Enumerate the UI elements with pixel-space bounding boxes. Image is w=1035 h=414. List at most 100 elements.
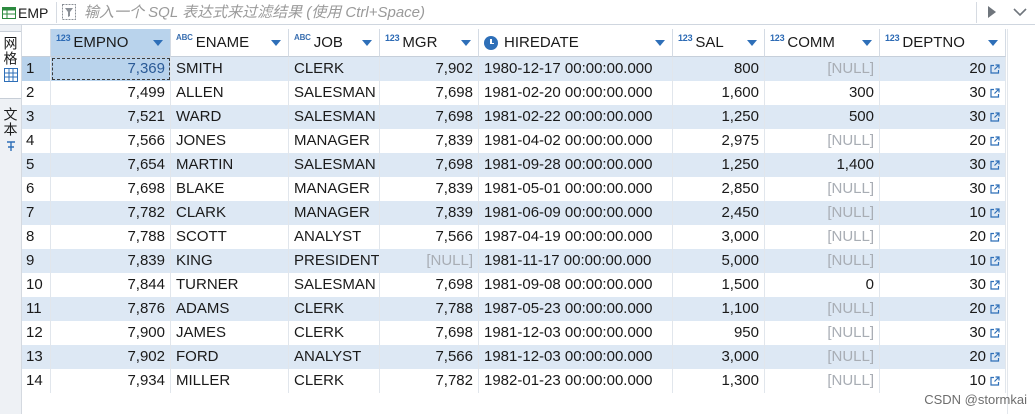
cell-comm[interactable]: [NULL] bbox=[765, 129, 880, 153]
column-header-mgr[interactable]: 123 MGR bbox=[380, 29, 479, 57]
column-sort-icon[interactable] bbox=[747, 40, 757, 46]
row-number[interactable]: 5 bbox=[22, 153, 51, 177]
cell-ename[interactable]: TURNER bbox=[171, 273, 289, 297]
cell-deptno[interactable]: 20 bbox=[880, 57, 1006, 81]
cell-deptno[interactable]: 30 bbox=[880, 81, 1006, 105]
cell-deptno[interactable]: 30 bbox=[880, 153, 1006, 177]
cell-hiredate[interactable]: 1981-05-01 00:00:00.000 bbox=[479, 177, 673, 201]
cell-deptno[interactable]: 20 bbox=[880, 225, 1006, 249]
table-row[interactable]: 11 7,876 ADAMS CLERK 7,788 1987-05-23 00:00:0… bbox=[22, 297, 1006, 321]
tab-grid[interactable]: 网格 bbox=[0, 31, 21, 99]
column-sort-icon[interactable] bbox=[655, 40, 665, 46]
cell-empno[interactable]: 7,902 bbox=[51, 345, 171, 369]
cell-sal[interactable]: 2,450 bbox=[673, 201, 765, 225]
cell-mgr[interactable]: 7,566 bbox=[380, 225, 479, 249]
cell-empno[interactable]: 7,698 bbox=[51, 177, 171, 201]
cell-hiredate[interactable]: 1981-09-08 00:00:00.000 bbox=[479, 273, 673, 297]
cell-job[interactable]: MANAGER bbox=[289, 129, 380, 153]
cell-deptno[interactable]: 30 bbox=[880, 105, 1006, 129]
cell-comm[interactable]: 1,400 bbox=[765, 153, 880, 177]
cell-mgr[interactable]: 7,782 bbox=[380, 369, 479, 393]
cell-mgr[interactable]: 7,839 bbox=[380, 177, 479, 201]
cell-job[interactable]: CLERK bbox=[289, 57, 380, 81]
row-number[interactable]: 14 bbox=[22, 369, 51, 393]
foreign-key-link-icon[interactable] bbox=[990, 208, 1000, 218]
foreign-key-link-icon[interactable] bbox=[990, 376, 1000, 386]
cell-comm[interactable]: [NULL] bbox=[765, 201, 880, 225]
column-header-comm[interactable]: 123 COMM bbox=[765, 29, 880, 57]
cell-deptno[interactable]: 10 bbox=[880, 369, 1006, 393]
column-sort-icon[interactable] bbox=[461, 40, 471, 46]
row-number[interactable]: 13 bbox=[22, 345, 51, 369]
cell-job[interactable]: SALESMAN bbox=[289, 81, 380, 105]
cell-comm[interactable]: 0 bbox=[765, 273, 880, 297]
foreign-key-link-icon[interactable] bbox=[990, 280, 1000, 290]
cell-hiredate[interactable]: 1981-02-22 00:00:00.000 bbox=[479, 105, 673, 129]
cell-sal[interactable]: 2,975 bbox=[673, 129, 765, 153]
cell-mgr[interactable]: 7,902 bbox=[380, 57, 479, 81]
cell-sal[interactable]: 1,250 bbox=[673, 153, 765, 177]
foreign-key-link-icon[interactable] bbox=[990, 304, 1000, 314]
cell-comm[interactable]: [NULL] bbox=[765, 321, 880, 345]
column-header-empno[interactable]: 123 EMPNO bbox=[51, 29, 171, 57]
cell-ename[interactable]: SMITH bbox=[171, 57, 289, 81]
foreign-key-link-icon[interactable] bbox=[990, 352, 1000, 362]
table-row[interactable]: 8 7,788 SCOTT ANALYST 7,566 1987-04-19 00:00:… bbox=[22, 225, 1006, 249]
cell-hiredate[interactable]: 1981-06-09 00:00:00.000 bbox=[479, 201, 673, 225]
cell-deptno[interactable]: 30 bbox=[880, 273, 1006, 297]
cell-comm[interactable]: [NULL] bbox=[765, 177, 880, 201]
cell-job[interactable]: MANAGER bbox=[289, 201, 380, 225]
cell-sal[interactable]: 5,000 bbox=[673, 249, 765, 273]
cell-ename[interactable]: MILLER bbox=[171, 369, 289, 393]
row-number-header[interactable] bbox=[22, 29, 51, 57]
cell-empno[interactable]: 7,369 bbox=[51, 57, 171, 81]
cell-empno[interactable]: 7,654 bbox=[51, 153, 171, 177]
cell-sal[interactable]: 2,850 bbox=[673, 177, 765, 201]
foreign-key-link-icon[interactable] bbox=[990, 256, 1000, 266]
cell-ename[interactable]: CLARK bbox=[171, 201, 289, 225]
table-row[interactable]: 2 7,499 ALLEN SALESMAN 7,698 1981-02-20 00:00… bbox=[22, 81, 1006, 105]
cell-hiredate[interactable]: 1981-02-20 00:00:00.000 bbox=[479, 81, 673, 105]
row-number[interactable]: 12 bbox=[22, 321, 51, 345]
foreign-key-link-icon[interactable] bbox=[990, 88, 1000, 98]
cell-mgr[interactable]: [NULL] bbox=[380, 249, 479, 273]
cell-comm[interactable]: [NULL] bbox=[765, 249, 880, 273]
cell-job[interactable]: ANALYST bbox=[289, 345, 380, 369]
cell-mgr[interactable]: 7,839 bbox=[380, 201, 479, 225]
cell-job[interactable]: PRESIDENT bbox=[289, 249, 380, 273]
cell-ename[interactable]: SCOTT bbox=[171, 225, 289, 249]
filter-icon[interactable] bbox=[62, 4, 76, 20]
cell-deptno[interactable]: 20 bbox=[880, 345, 1006, 369]
foreign-key-link-icon[interactable] bbox=[990, 232, 1000, 242]
row-number[interactable]: 11 bbox=[22, 297, 51, 321]
cell-job[interactable]: SALESMAN bbox=[289, 153, 380, 177]
cell-empno[interactable]: 7,499 bbox=[51, 81, 171, 105]
cell-empno[interactable]: 7,934 bbox=[51, 369, 171, 393]
cell-mgr[interactable]: 7,698 bbox=[380, 273, 479, 297]
cell-mgr[interactable]: 7,698 bbox=[380, 105, 479, 129]
cell-empno[interactable]: 7,844 bbox=[51, 273, 171, 297]
row-number[interactable]: 6 bbox=[22, 177, 51, 201]
cell-hiredate[interactable]: 1981-11-17 00:00:00.000 bbox=[479, 249, 673, 273]
row-number[interactable]: 4 bbox=[22, 129, 51, 153]
cell-job[interactable]: ANALYST bbox=[289, 225, 380, 249]
column-header-job[interactable]: ABC JOB bbox=[289, 29, 380, 57]
column-sort-icon[interactable] bbox=[271, 40, 281, 46]
foreign-key-link-icon[interactable] bbox=[990, 112, 1000, 122]
row-number[interactable]: 9 bbox=[22, 249, 51, 273]
column-header-sal[interactable]: 123 SAL bbox=[673, 29, 765, 57]
cell-hiredate[interactable]: 1982-01-23 00:00:00.000 bbox=[479, 369, 673, 393]
cell-ename[interactable]: JONES bbox=[171, 129, 289, 153]
cell-job[interactable]: SALESMAN bbox=[289, 105, 380, 129]
cell-job[interactable]: MANAGER bbox=[289, 177, 380, 201]
cell-mgr[interactable]: 7,839 bbox=[380, 129, 479, 153]
table-row[interactable]: 6 7,698 BLAKE MANAGER 7,839 1981-05-01 00:00:… bbox=[22, 177, 1006, 201]
foreign-key-link-icon[interactable] bbox=[990, 184, 1000, 194]
row-number[interactable]: 7 bbox=[22, 201, 51, 225]
column-sort-icon[interactable] bbox=[362, 40, 372, 46]
cell-mgr[interactable]: 7,698 bbox=[380, 153, 479, 177]
row-number[interactable]: 10 bbox=[22, 273, 51, 297]
cell-empno[interactable]: 7,521 bbox=[51, 105, 171, 129]
cell-hiredate[interactable]: 1987-05-23 00:00:00.000 bbox=[479, 297, 673, 321]
table-row[interactable]: 14 7,934 MILLER CLERK 7,782 1982-01-23 00:00:… bbox=[22, 369, 1006, 393]
